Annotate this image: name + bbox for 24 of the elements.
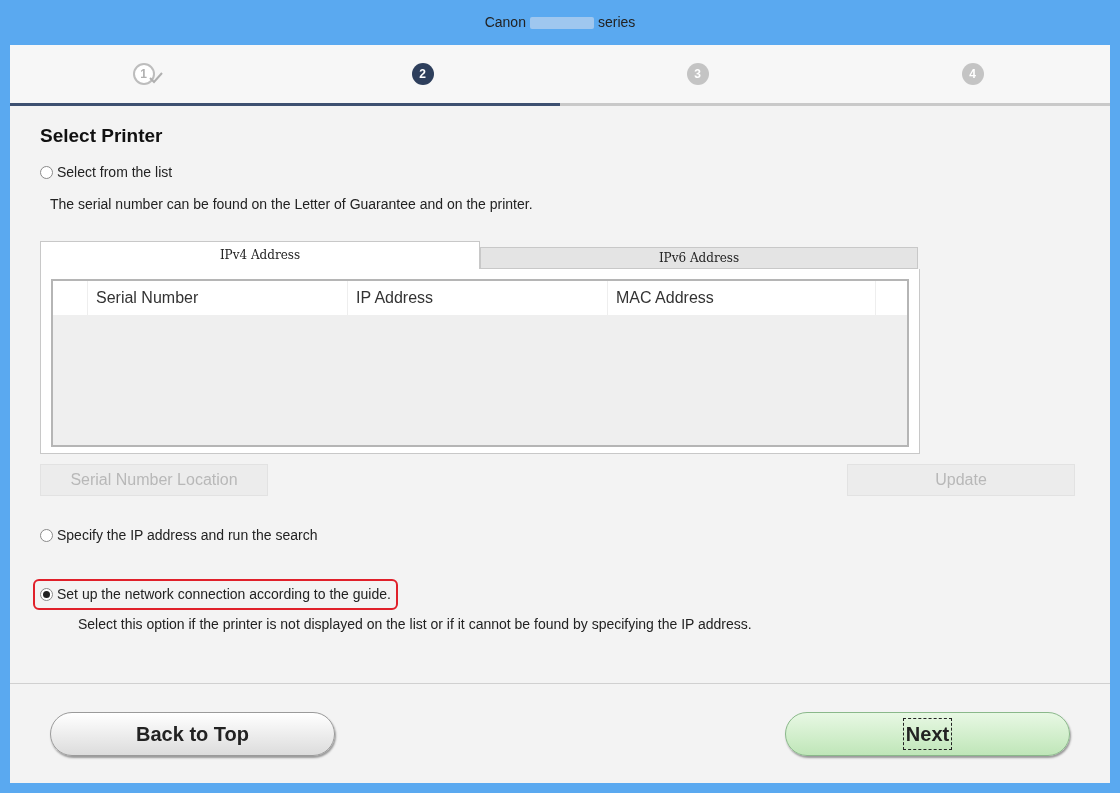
tab[interactable]: IPv4 Address — [40, 240, 480, 269]
window-title: series — [597, 13, 636, 32]
tab[interactable]: IPv6 Address — [480, 246, 918, 269]
step-number: 3 — [686, 63, 709, 85]
step-number: 2 — [411, 63, 434, 85]
blurred-text-block — [529, 16, 594, 29]
column-header[interactable]: MAC Address — [608, 280, 876, 315]
radio-label[interactable]: Select from the list — [57, 161, 173, 183]
radio-label[interactable]: Specify the IP address and run the search — [57, 524, 318, 546]
step-number: 4 — [961, 63, 984, 85]
column-header[interactable]: IP Address — [348, 280, 608, 315]
option-note: Select this option if the printer is not displayed on the list or if it cannot be found by specifying the IP address. — [78, 614, 753, 634]
radio-label[interactable]: Set up the network connection according to the guide. — [57, 583, 391, 605]
radio-button[interactable] — [40, 587, 53, 601]
step-number: 1 — [132, 63, 155, 85]
next-button[interactable]: Next — [785, 711, 1070, 756]
page-heading: Select Printer — [40, 124, 164, 148]
back-to-top-button[interactable]: Back to Top — [50, 711, 335, 756]
column-header[interactable]: Serial Number — [88, 280, 348, 315]
option-note: The serial number can be found on the Letter of Guarantee and on the printer. — [50, 194, 534, 214]
radio-button[interactable] — [40, 165, 53, 179]
check-icon — [148, 72, 163, 84]
window-title: Canon — [484, 13, 526, 32]
radio-button[interactable] — [40, 528, 53, 542]
